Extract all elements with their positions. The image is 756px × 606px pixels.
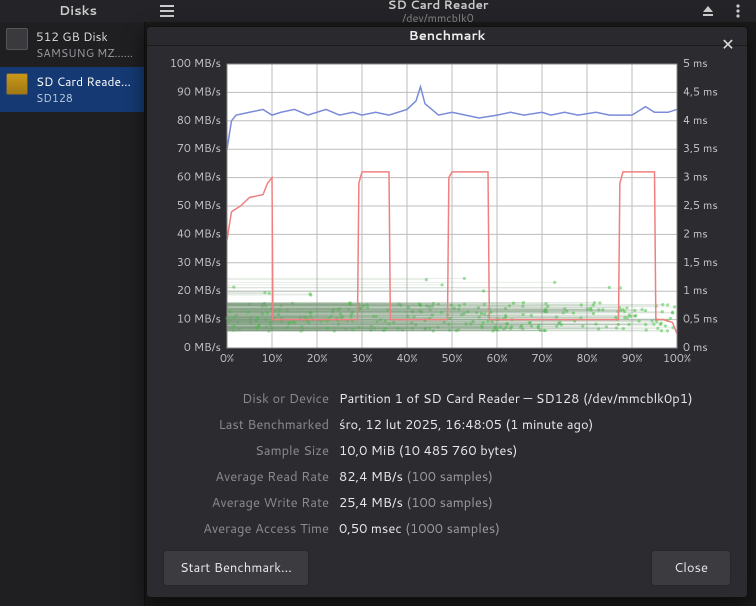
svg-text:70 MB/s: 70 MB/s [177, 140, 221, 156]
value-read: 82,4 MB/s (100 samples) [339, 468, 719, 486]
disk-sub: SAMSUNG MZ…HA… [36, 45, 138, 61]
svg-text:90%: 90% [621, 350, 642, 366]
svg-text:3 ms: 3 ms [683, 169, 708, 185]
svg-text:60%: 60% [486, 350, 507, 366]
value-read-rate: 82,4 MB/s [339, 468, 403, 486]
svg-text:0,5 ms: 0,5 ms [683, 311, 718, 327]
svg-text:5 ms: 5 ms [683, 55, 708, 71]
dialog-footer: Start Benchmark… Close [147, 538, 747, 598]
start-benchmark-button[interactable]: Start Benchmark… [163, 550, 309, 586]
close-icon[interactable]: ✕ [717, 33, 739, 55]
value-write-note: (100 samples) [407, 494, 493, 512]
label-read: Average Read Rate [157, 468, 329, 486]
close-button[interactable]: Close [651, 550, 731, 586]
value-access-time: 0,50 msec [339, 520, 402, 538]
disk-icon [6, 73, 28, 95]
svg-text:40 MB/s: 40 MB/s [177, 225, 221, 241]
label-disk: Disk or Device [157, 390, 329, 408]
svg-text:100 MB/s: 100 MB/s [170, 55, 221, 71]
disk-name: SD Card Reade… [36, 73, 131, 90]
svg-text:20%: 20% [306, 350, 327, 366]
disk-name: 512 GB Disk [36, 28, 138, 45]
label-access: Average Access Time [157, 520, 329, 538]
label-last: Last Benchmarked [157, 416, 329, 434]
svg-text:0%: 0% [220, 350, 234, 366]
svg-text:10%: 10% [261, 350, 282, 366]
svg-text:60 MB/s: 60 MB/s [177, 169, 221, 185]
disk-sub: SD128 [36, 90, 131, 106]
eject-icon[interactable] [698, 2, 718, 20]
value-last: śro, 12 lut 2025, 16:48:05 (1 minute ago… [339, 416, 719, 434]
sidebar-disk-item[interactable]: 512 GB DiskSAMSUNG MZ…HA… [0, 22, 144, 67]
value-access-note: (1000 samples) [405, 520, 500, 538]
svg-text:1 ms: 1 ms [683, 282, 708, 298]
kebab-menu-icon[interactable] [728, 2, 748, 20]
hamburger-icon[interactable] [156, 2, 178, 20]
svg-text:20 MB/s: 20 MB/s [177, 282, 221, 298]
svg-text:4 ms: 4 ms [683, 112, 708, 128]
svg-text:50%: 50% [441, 350, 462, 366]
svg-text:50 MB/s: 50 MB/s [177, 197, 221, 213]
app-title: Disks [8, 2, 148, 20]
svg-text:90 MB/s: 90 MB/s [177, 83, 221, 99]
svg-text:30%: 30% [351, 350, 372, 366]
value-access: 0,50 msec (1000 samples) [339, 520, 719, 538]
svg-text:80%: 80% [576, 350, 597, 366]
topbar-device: SD Card Reader /dev/mmcblk0 [186, 0, 690, 24]
value-sample: 10,0 MiB (10 485 760 bytes) [339, 442, 719, 460]
value-write: 25,4 MB/s (100 samples) [339, 494, 719, 512]
value-read-note: (100 samples) [407, 468, 493, 486]
svg-text:2,5 ms: 2,5 ms [683, 197, 718, 213]
value-write-rate: 25,4 MB/s [339, 494, 403, 512]
dialog-header: Benchmark ✕ [147, 27, 747, 46]
sidebar: 512 GB DiskSAMSUNG MZ…HA…SD Card Reade…S… [0, 22, 145, 606]
disk-icon [6, 28, 28, 50]
svg-text:70%: 70% [531, 350, 552, 366]
svg-text:10 MB/s: 10 MB/s [177, 311, 221, 327]
topbar-device-path: /dev/mmcblk0 [186, 12, 690, 24]
benchmark-chart: 0 MB/s 10 MB/s 20 MB/s 30 MB/s 40 MB/s 50 MB/… [169, 60, 725, 370]
svg-text:4,5 ms: 4,5 ms [683, 83, 718, 99]
label-write: Average Write Rate [157, 494, 329, 512]
svg-text:80 MB/s: 80 MB/s [177, 112, 221, 128]
svg-text:0 MB/s: 0 MB/s [184, 339, 221, 355]
benchmark-info: Disk or Device Partition 1 of SD Card Re… [157, 390, 719, 538]
svg-text:30 MB/s: 30 MB/s [177, 254, 221, 270]
benchmark-dialog: Benchmark ✕ 0 MB/s 10 MB/s 20 MB/s 30 MB/s 4… [146, 26, 748, 598]
svg-text:3,5 ms: 3,5 ms [683, 140, 718, 156]
label-sample: Sample Size [157, 442, 329, 460]
value-disk: Partition 1 of SD Card Reader — SD128 (/… [339, 390, 719, 408]
svg-text:100%: 100% [663, 350, 691, 366]
svg-text:40%: 40% [396, 350, 417, 366]
svg-text:2 ms: 2 ms [683, 225, 708, 241]
topbar: Disks SD Card Reader /dev/mmcblk0 [0, 0, 756, 22]
dialog-title: Benchmark [409, 27, 486, 45]
svg-text:1,5 ms: 1,5 ms [683, 254, 718, 270]
sidebar-disk-item[interactable]: SD Card Reade…SD128 [0, 67, 144, 112]
